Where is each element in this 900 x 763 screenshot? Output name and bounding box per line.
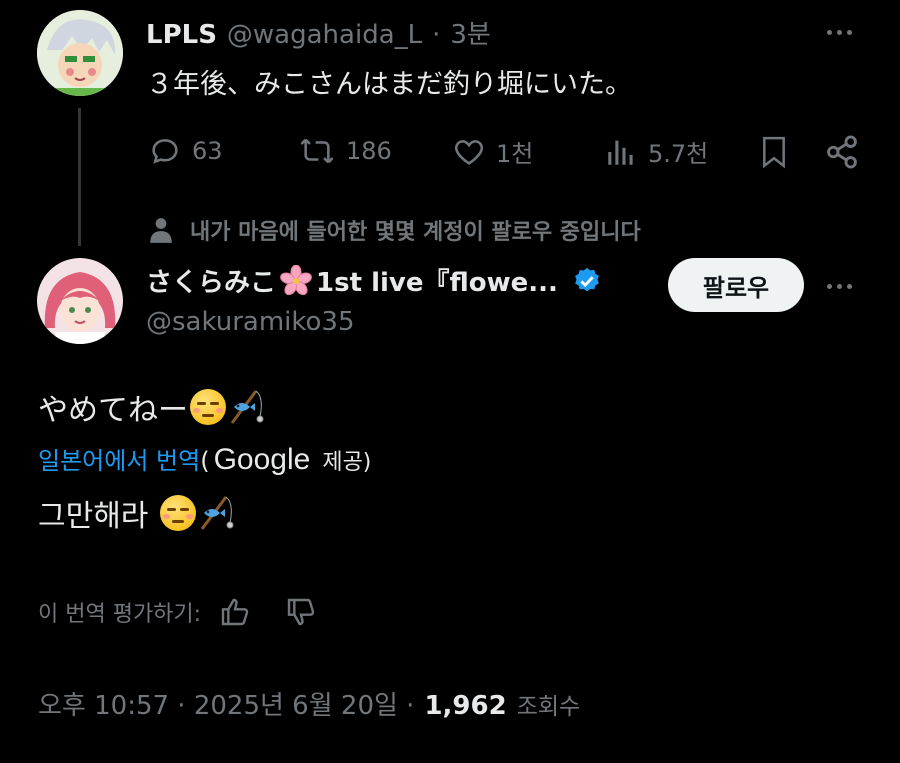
repost-icon <box>298 134 336 168</box>
person-icon <box>148 216 174 244</box>
main-author-name[interactable]: さくらみこ <box>146 262 276 299</box>
reply-button[interactable]: 63 <box>148 134 223 168</box>
view-label: 조회수 <box>516 694 581 720</box>
translated-text: 그만해라 <box>38 499 149 534</box>
verified-badge-icon <box>572 266 602 296</box>
heart-icon <box>452 135 486 169</box>
avatar-lpls[interactable] <box>37 10 123 96</box>
author-handle[interactable]: @wagahaida_L <box>227 20 422 50</box>
meta-separator: · <box>432 20 441 50</box>
google-logo-text: Google <box>213 443 311 476</box>
translate-paren: ( <box>200 447 210 475</box>
like-button[interactable]: 1천 <box>452 134 533 169</box>
views-count: 5.7천 <box>648 140 709 168</box>
more-options-icon[interactable] <box>827 30 852 35</box>
translate-link[interactable]: 일본어에서 번역 <box>38 441 200 476</box>
cherry-blossom-icon <box>280 264 312 297</box>
main-author-name-suffix[interactable]: 1st live『flowe... <box>316 262 558 299</box>
thumbs-down-icon[interactable] <box>285 596 317 628</box>
avatar-lpls-image <box>37 10 123 96</box>
relieved-face-icon <box>190 389 226 425</box>
like-count: 1천 <box>496 140 534 168</box>
tweet-text: ３年後、みこさんはまだ釣り堀にいた。 <box>146 69 632 100</box>
reply-icon <box>148 134 182 168</box>
rate-translation-label: 이 번역 평가하기: <box>38 602 202 627</box>
views-button[interactable]: 5.7천 <box>604 134 708 169</box>
tweet-time[interactable]: 3분 <box>450 14 490 51</box>
avatar-sakuramiko-image <box>37 258 123 344</box>
main-author-handle[interactable]: @sakuramiko35 <box>146 307 355 337</box>
follow-button[interactable]: 팔로우 <box>668 258 804 312</box>
views-chart-icon <box>604 135 638 169</box>
fishing-pole-icon-translated <box>196 493 236 533</box>
social-context-text[interactable]: 내가 마음에 들어한 몇몇 계정이 팔로우 중입니다 <box>190 214 641 246</box>
fishing-pole-icon <box>226 387 266 427</box>
reply-count: 63 <box>192 137 223 165</box>
author-name[interactable]: LPLS <box>146 20 217 50</box>
view-count: 1,962 <box>424 691 507 721</box>
thread-line <box>78 108 81 246</box>
relieved-face-icon-translated <box>160 495 197 531</box>
repost-count: 186 <box>346 137 392 165</box>
repost-button[interactable]: 186 <box>298 134 392 168</box>
share-icon[interactable] <box>823 133 861 171</box>
translate-provider-suffix: 제공) <box>322 450 372 475</box>
tweet-timestamp[interactable]: 오후 10:57 · 2025년 6월 20일 · <box>38 685 414 722</box>
avatar-sakuramiko[interactable] <box>37 258 123 344</box>
main-tweet-text: やめてねー <box>38 393 188 428</box>
main-more-options-icon[interactable] <box>827 284 852 289</box>
thumbs-up-icon[interactable] <box>219 596 251 628</box>
bookmark-icon[interactable] <box>757 134 791 170</box>
